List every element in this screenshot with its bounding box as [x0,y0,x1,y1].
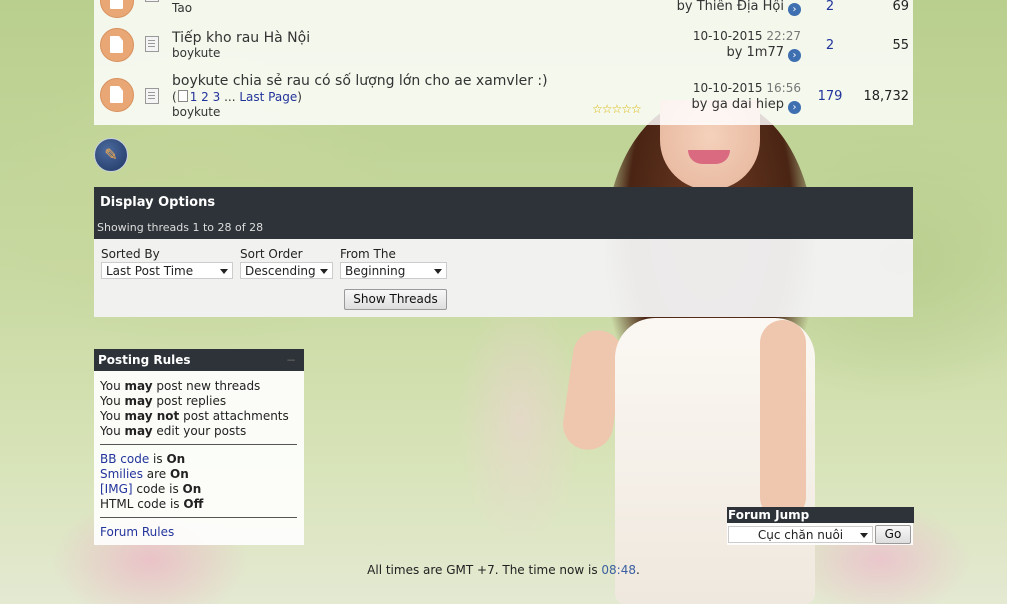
rule-line: You may post new threads [100,379,261,393]
page-ellipsis: ... [224,90,236,104]
rule-line: You may not post attachments [100,409,289,423]
posting-rules-title: Posting Rules [98,353,191,367]
document-icon [145,88,159,104]
go-button[interactable]: Go [875,525,911,544]
last-page-link[interactable]: Last Page [239,90,297,104]
footer-text: All times are GMT +7. The time now is [367,563,602,577]
from-the-value: Beginning [345,264,406,278]
thread-views: 55 [892,38,909,53]
document-icon [145,36,159,52]
photo-figure-arm-right [760,320,806,520]
sorted-by-value: Last Post Time [106,264,194,278]
new-thread-button[interactable]: ✎ [94,138,128,172]
last-post-by[interactable]: by Thiên Địa Hội [677,0,784,14]
posting-rules-header: Posting Rules − [94,349,304,371]
page-margin-right [1007,0,1024,604]
last-post-info: 10-10-2015 16:56 by ga dai hiep › [692,81,801,114]
multipage-icon [177,90,188,102]
thread-author[interactable]: boykute [172,105,220,119]
divider [100,517,297,518]
thread-status-icon [100,28,134,62]
thread-replies[interactable]: 2 [810,38,850,53]
forum-jump: Forum Jump Cục chăn nuôi Go [727,507,914,545]
forum-jump-value: Cục chăn nuôi [757,528,844,542]
divider [100,444,297,445]
display-options-title: Display Options [100,195,216,210]
code-line: [IMG] code is On [100,482,202,496]
img-code-link[interactable]: [IMG] [100,482,133,496]
display-options-subtitle: Showing threads 1 to 28 of 28 [97,221,264,234]
code-line: HTML code is Off [100,497,204,511]
thread-title[interactable]: boykute chia sẻ rau có số lượng lớn cho … [172,73,548,89]
chevron-down-icon [320,269,328,274]
arrow-right-circle-icon[interactable]: › [788,101,801,114]
last-post-info: by Thiên Địa Hội › [677,0,801,16]
thread-status-icon [100,78,134,112]
posting-rules-box: Posting Rules − You may post new threads … [94,349,304,545]
sort-order-value: Descending [245,264,316,278]
thread-page-links: (1 2 3 ... Last Page) [172,90,302,104]
forum-rules-link[interactable]: Forum Rules [100,525,174,539]
page-link-2[interactable]: 2 [201,90,209,104]
forum-jump-title: Forum Jump [727,507,914,523]
last-post-date: 10-10-2015 [692,29,763,43]
forum-jump-body: Cục chăn nuôi Go [727,523,913,545]
sorted-by-label: Sorted By [101,247,160,261]
last-post-by[interactable]: by 1m77 [726,45,784,60]
footer-suffix: . [636,563,640,577]
thread-views: 69 [892,0,909,14]
last-post-by[interactable]: by ga dai hiep [692,97,785,112]
forum-rules-line: Forum Rules [100,525,174,539]
smilies-link[interactable]: Smilies [100,467,143,481]
thread-list: Tao by Thiên Địa Hội › 2 69 Tiếp kho rau … [94,0,913,125]
footer-time: All times are GMT +7. The time now is 08… [0,563,1007,577]
display-options-form: Sorted By Last Post Time Sort Order Desc… [94,239,913,317]
thread-author[interactable]: boykute [172,46,220,60]
rule-line: You may post replies [100,394,227,408]
arrow-right-circle-icon[interactable]: › [788,49,801,62]
thread-author[interactable]: Tao [172,1,192,15]
code-line: BB code is On [100,452,186,466]
show-threads-button[interactable]: Show Threads [344,289,447,310]
display-options-header: Display Options Showing threads 1 to 28 … [94,187,913,239]
chevron-down-icon [220,269,228,274]
thread-status-icon [100,0,134,18]
thread-replies[interactable]: 179 [810,89,850,104]
code-line: Smilies are On [100,467,189,481]
last-post-date: 10-10-2015 [692,81,763,95]
current-time: 08:48 [601,563,636,577]
from-the-label: From The [340,247,396,261]
thread-replies[interactable]: 2 [810,0,850,14]
thread-title[interactable]: Tiếp kho rau Hà Nội [172,30,310,46]
chevron-down-icon [860,533,868,538]
collapse-icon[interactable]: − [286,349,296,371]
sort-order-label: Sort Order [240,247,303,261]
pencil-icon: ✎ [104,145,118,164]
thread-row[interactable]: boykute chia sẻ rau có số lượng lớn cho … [94,72,913,122]
sort-order-select[interactable]: Descending [240,262,333,279]
last-post-time: 22:27 [766,29,801,43]
thread-row[interactable]: Tiếp kho rau Hà Nội boykute 10-10-2015 2… [94,28,913,64]
from-the-select[interactable]: Beginning [340,262,447,279]
chevron-down-icon [434,269,442,274]
thread-rating-stars: ☆☆☆☆☆ [592,102,642,116]
last-post-time: 16:56 [766,81,801,95]
thread-views: 18,732 [863,89,910,104]
last-post-info: 10-10-2015 22:27 by 1m77 › [693,29,801,62]
rule-line: You may edit your posts [100,424,247,438]
forum-jump-select[interactable]: Cục chăn nuôi [728,526,873,543]
page-link-3[interactable]: 3 [213,90,221,104]
thread-row[interactable]: Tao by Thiên Địa Hội › 2 69 [94,0,913,18]
bb-code-link[interactable]: BB code [100,452,149,466]
sorted-by-select[interactable]: Last Post Time [101,262,233,279]
arrow-right-circle-icon[interactable]: › [788,3,801,16]
page-link-1[interactable]: 1 [190,90,198,104]
document-icon [145,0,159,2]
